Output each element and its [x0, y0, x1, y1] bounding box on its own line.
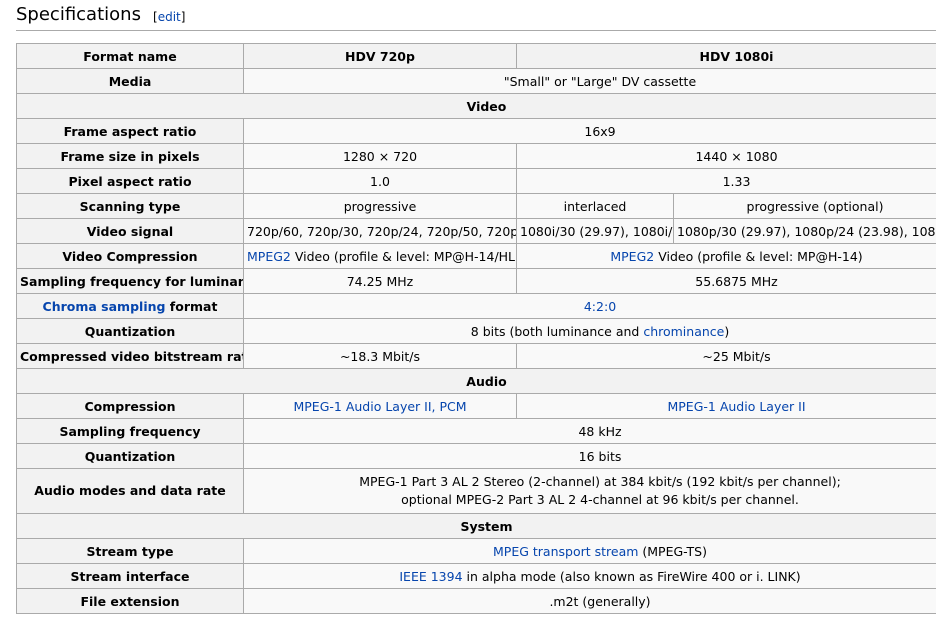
ieee-1394-link[interactable]: IEEE 1394 [399, 569, 462, 584]
row-label-file-extension: File extension [16, 588, 244, 614]
media-value: "Small" or "Large" DV cassette [242, 68, 936, 94]
table-row: Video signal 720p/60, 720p/30, 720p/24, … [16, 218, 936, 244]
audio-compression-1080i: MPEG-1 Audio Layer II [515, 393, 936, 419]
scanning-1080-interlaced: interlaced [516, 193, 674, 219]
frame-aspect-value: 16x9 [242, 118, 936, 144]
frame-size-720p: 1280 × 720 [243, 143, 517, 169]
stream-interface-value: IEEE 1394 in alpha mode (also known as F… [242, 563, 936, 589]
audio-sampling-value: 48 kHz [242, 418, 936, 444]
table-row: Pixel aspect ratio 1.0 1.33 [16, 168, 936, 194]
table-row: Stream type MPEG transport stream (MPEG-… [16, 538, 936, 564]
section-header-audio: Audio [15, 368, 936, 394]
sampling-luminance-1080i: 55.6875 MHz [515, 268, 936, 294]
row-label-audio-modes: Audio modes and data rate [16, 468, 244, 514]
table-row: Audio modes and data rate MPEG-1 Part 3 … [16, 468, 936, 514]
specifications-table: Format name HDV 720p HDV 1080i Media "Sm… [15, 43, 936, 614]
table-row: Sampling frequency 48 kHz [16, 418, 936, 444]
audio-compression-720p: MPEG-1 Audio Layer II, PCM [243, 393, 517, 419]
chrominance-link[interactable]: chrominance [643, 324, 724, 339]
section-heading: Specifications [edit] [16, 4, 936, 31]
row-label-format-name: Format name [16, 43, 244, 69]
video-signal-1080-interlaced: 1080i/30 (29.97), 1080i/25 [516, 218, 674, 244]
quantization-video-value: 8 bits (both luminance and chrominance) [242, 318, 936, 344]
video-signal-1080-progressive: 1080p/30 (29.97), 1080p/24 (23.98), 1080… [672, 218, 936, 244]
file-extension-value: .m2t (generally) [242, 588, 936, 614]
audio-quantization-value: 16 bits [242, 443, 936, 469]
row-label-stream-interface: Stream interface [16, 563, 244, 589]
row-label-sampling-luminance: Sampling frequency for luminance [16, 268, 244, 294]
row-label-frame-size: Frame size in pixels [16, 143, 244, 169]
mpeg2-link[interactable]: MPEG2 [610, 249, 654, 264]
table-row: File extension .m2t (generally) [16, 588, 936, 614]
row-label-pixel-aspect-ratio: Pixel aspect ratio [16, 168, 244, 194]
chroma-sampling-link[interactable]: Chroma sampling [43, 299, 166, 314]
mpeg1-audio-layer2-link[interactable]: MPEG-1 Audio Layer II [667, 399, 805, 414]
mpeg2-link[interactable]: MPEG2 [247, 249, 291, 264]
table-row: Compression MPEG-1 Audio Layer II, PCM M… [16, 393, 936, 419]
section-header-video: Video [15, 93, 936, 119]
table-row: Frame size in pixels 1280 × 720 1440 × 1… [16, 143, 936, 169]
section-row-system: System [15, 513, 936, 539]
table-row: Chroma sampling format 4:2:0 [16, 293, 936, 319]
row-label-video-compression: Video Compression [16, 243, 244, 269]
bitrate-720p: ~18.3 Mbit/s [243, 343, 517, 369]
row-label-bitstream-rate: Compressed video bitstream rate [16, 343, 244, 369]
scanning-1080-progressive: progressive (optional) [672, 193, 936, 219]
row-label-chroma-sampling: Chroma sampling format [16, 293, 244, 319]
edit-section: [edit] [153, 10, 186, 24]
table-row: Stream interface IEEE 1394 in alpha mode… [16, 563, 936, 589]
table-row: Compressed video bitstream rate ~18.3 Mb… [16, 343, 936, 369]
section-title: Specifications [16, 4, 141, 25]
section-row-audio: Audio [15, 368, 936, 394]
row-label-scanning-type: Scanning type [16, 193, 244, 219]
row-label-quantization-video: Quantization [16, 318, 244, 344]
column-header-hdv-1080i: HDV 1080i [515, 43, 936, 69]
frame-size-1080i: 1440 × 1080 [515, 143, 936, 169]
section-header-system: System [15, 513, 936, 539]
audio-modes-value: MPEG-1 Part 3 AL 2 Stereo (2-channel) at… [242, 468, 936, 514]
row-label-audio-sampling: Sampling frequency [16, 418, 244, 444]
row-label-frame-aspect-ratio: Frame aspect ratio [16, 118, 244, 144]
edit-link[interactable]: edit [158, 10, 181, 24]
row-label-audio-compression: Compression [16, 393, 244, 419]
table-row: Video Compression MPEG2 Video (profile &… [16, 243, 936, 269]
table-row: Format name HDV 720p HDV 1080i [16, 43, 936, 69]
chroma-420-link[interactable]: 4:2:0 [584, 299, 616, 314]
table-row: Sampling frequency for luminance 74.25 M… [16, 268, 936, 294]
pixel-aspect-720p: 1.0 [243, 168, 517, 194]
table-row: Quantization 8 bits (both luminance and … [16, 318, 936, 344]
table-row: Frame aspect ratio 16x9 [16, 118, 936, 144]
column-header-hdv-720p: HDV 720p [243, 43, 517, 69]
table-row: Scanning type progressive interlaced pro… [16, 193, 936, 219]
stream-type-value: MPEG transport stream (MPEG-TS) [242, 538, 936, 564]
row-label-media: Media [16, 68, 244, 94]
video-compression-720p: MPEG2 Video (profile & level: MP@H-14/HL… [243, 243, 517, 269]
sampling-luminance-720p: 74.25 MHz [243, 268, 517, 294]
table-row: Media "Small" or "Large" DV cassette [16, 68, 936, 94]
video-compression-1080i: MPEG2 Video (profile & level: MP@H-14) [515, 243, 936, 269]
mpeg-transport-stream-link[interactable]: MPEG transport stream [493, 544, 638, 559]
video-signal-720p: 720p/60, 720p/30, 720p/24, 720p/50, 720p… [243, 218, 517, 244]
table-row: Quantization 16 bits [16, 443, 936, 469]
row-label-audio-quantization: Quantization [16, 443, 244, 469]
row-label-stream-type: Stream type [16, 538, 244, 564]
chroma-sampling-value: 4:2:0 [242, 293, 936, 319]
mpeg1-audio-layer2-pcm-link[interactable]: MPEG-1 Audio Layer II, PCM [293, 399, 466, 414]
section-row-video: Video [15, 93, 936, 119]
row-label-video-signal: Video signal [16, 218, 244, 244]
scanning-720p: progressive [243, 193, 517, 219]
bitrate-1080i: ~25 Mbit/s [515, 343, 936, 369]
pixel-aspect-1080i: 1.33 [515, 168, 936, 194]
